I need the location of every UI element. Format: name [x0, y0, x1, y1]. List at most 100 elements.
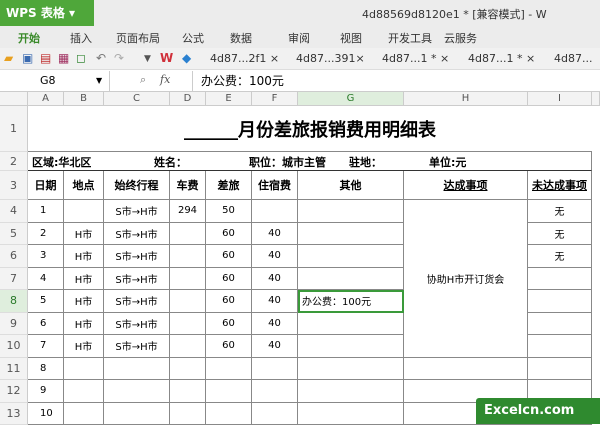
undo-icon[interactable]: ↶	[96, 51, 106, 65]
wps-menu-button[interactable]: WPS 表格 ▾	[0, 0, 94, 26]
data-cell[interactable]: 8	[28, 358, 64, 381]
info-unit[interactable]: 单位:元	[425, 152, 466, 171]
data-cell[interactable]	[298, 200, 404, 223]
data-cell[interactable]	[298, 358, 404, 381]
menu-tab-1[interactable]: 开始	[18, 30, 40, 46]
info-region[interactable]: 区域:华北区	[28, 152, 91, 171]
data-cell[interactable]	[104, 380, 170, 403]
export-pdf-icon[interactable]: ▤	[40, 51, 51, 65]
data-cell[interactable]: 1	[28, 200, 64, 223]
data-cell[interactable]: 6	[28, 313, 64, 336]
column-header-I[interactable]: I	[528, 92, 592, 106]
cloud-box-icon[interactable]: ◆	[182, 51, 191, 65]
row-header-7[interactable]: 7	[0, 268, 28, 291]
column-header-A[interactable]: A	[28, 92, 64, 106]
row-header-6[interactable]: 6	[0, 245, 28, 268]
data-cell[interactable]: 10	[28, 403, 64, 425]
row-header-4[interactable]: 4	[0, 200, 28, 223]
data-cell[interactable]: S市→H市	[104, 223, 170, 246]
row-header-12[interactable]: 12	[0, 380, 28, 403]
redo-icon[interactable]: ↷	[114, 51, 124, 65]
info-name[interactable]: 姓名：	[150, 152, 187, 171]
menu-tab-6[interactable]: 审阅	[288, 30, 310, 46]
data-cell[interactable]: 9	[28, 380, 64, 403]
column-header-H[interactable]: H	[404, 92, 528, 106]
data-cell[interactable]	[170, 223, 206, 246]
data-cell[interactable]: 60	[206, 245, 252, 268]
column-header-F[interactable]: F	[252, 92, 298, 106]
row-header-9[interactable]: 9	[0, 313, 28, 336]
data-cell[interactable]	[298, 403, 404, 425]
data-cell[interactable]	[298, 380, 404, 403]
header-cell[interactable]: 差旅	[206, 171, 252, 200]
save-icon[interactable]: ▣	[22, 51, 33, 65]
data-cell[interactable]	[206, 358, 252, 381]
data-cell[interactable]	[252, 403, 298, 425]
data-cell[interactable]: H市	[64, 268, 104, 291]
data-cell[interactable]	[298, 268, 404, 291]
data-cell[interactable]	[528, 268, 592, 291]
data-cell[interactable]: 40	[252, 223, 298, 246]
data-cell[interactable]	[206, 380, 252, 403]
document-tab[interactable]: 4d87...1 * ×	[382, 52, 449, 65]
row-header-11[interactable]: 11	[0, 358, 28, 381]
info-position[interactable]: 职位：城市主管	[245, 152, 326, 171]
open-icon[interactable]: ▰	[4, 51, 13, 65]
data-cell[interactable]	[298, 335, 404, 358]
document-tab[interactable]: 4d87...1 * ×	[468, 52, 535, 65]
data-cell[interactable]	[170, 245, 206, 268]
data-cell[interactable]	[298, 245, 404, 268]
select-all-corner[interactable]	[0, 92, 28, 106]
data-cell[interactable]	[528, 335, 592, 358]
data-cell[interactable]	[64, 380, 104, 403]
header-cell[interactable]: 未达成事项	[528, 171, 592, 200]
menu-tab-7[interactable]: 视图	[340, 30, 362, 46]
data-cell[interactable]: 无	[528, 223, 592, 246]
chevron-down-icon[interactable]: ▼	[96, 71, 102, 91]
data-cell[interactable]: S市→H市	[104, 290, 170, 313]
print-preview-icon[interactable]: ◻	[76, 51, 86, 65]
data-cell[interactable]: S市→H市	[104, 335, 170, 358]
row-header-3[interactable]: 3	[0, 171, 28, 200]
menu-tab-8[interactable]: 开发工具	[388, 30, 432, 46]
data-cell[interactable]: 2	[28, 223, 64, 246]
info-station[interactable]: 驻地：	[345, 152, 382, 171]
data-cell[interactable]	[252, 380, 298, 403]
data-cell[interactable]: 50	[206, 200, 252, 223]
header-cell[interactable]: 地点	[64, 171, 104, 200]
data-cell[interactable]: 7	[28, 335, 64, 358]
data-cell[interactable]: S市→H市	[104, 200, 170, 223]
data-cell[interactable]	[528, 290, 592, 313]
data-cell[interactable]: 60	[206, 313, 252, 336]
data-cell[interactable]: S市→H市	[104, 313, 170, 336]
row-header-10[interactable]: 10	[0, 335, 28, 358]
data-cell[interactable]: H市	[64, 313, 104, 336]
menu-tab-9[interactable]: 云服务	[444, 30, 477, 46]
print-icon[interactable]: ▦	[58, 51, 69, 65]
row-header-5[interactable]: 5	[0, 223, 28, 246]
header-cell[interactable]: 始终行程	[104, 171, 170, 200]
column-header-G[interactable]: G	[298, 92, 404, 106]
header-cell[interactable]: 住宿费	[252, 171, 298, 200]
column-header-E[interactable]: E	[206, 92, 252, 106]
data-cell[interactable]: 60	[206, 223, 252, 246]
document-tab[interactable]: 4d87...391×	[296, 52, 365, 65]
data-cell[interactable]: 40	[252, 335, 298, 358]
data-cell[interactable]	[170, 290, 206, 313]
data-cell[interactable]: 3	[28, 245, 64, 268]
menu-tab-5[interactable]: 数据	[230, 30, 252, 46]
menu-tab-3[interactable]: 页面布局	[116, 30, 160, 46]
data-cell[interactable]	[252, 200, 298, 223]
data-cell[interactable]: 60	[206, 335, 252, 358]
data-cell[interactable]: S市→H市	[104, 245, 170, 268]
data-cell[interactable]: 40	[252, 290, 298, 313]
data-cell[interactable]: 60	[206, 268, 252, 291]
wps-w-icon[interactable]: W	[160, 51, 173, 65]
data-cell[interactable]	[170, 403, 206, 425]
achieved-merged-cell[interactable]: 协助H市开订货会	[404, 200, 528, 358]
menu-tab-2[interactable]: 插入	[70, 30, 92, 46]
data-cell[interactable]	[528, 313, 592, 336]
row-header-8[interactable]: 8	[0, 290, 28, 313]
formula-input[interactable]: 办公费：100元	[192, 71, 600, 91]
data-cell[interactable]: 40	[252, 245, 298, 268]
